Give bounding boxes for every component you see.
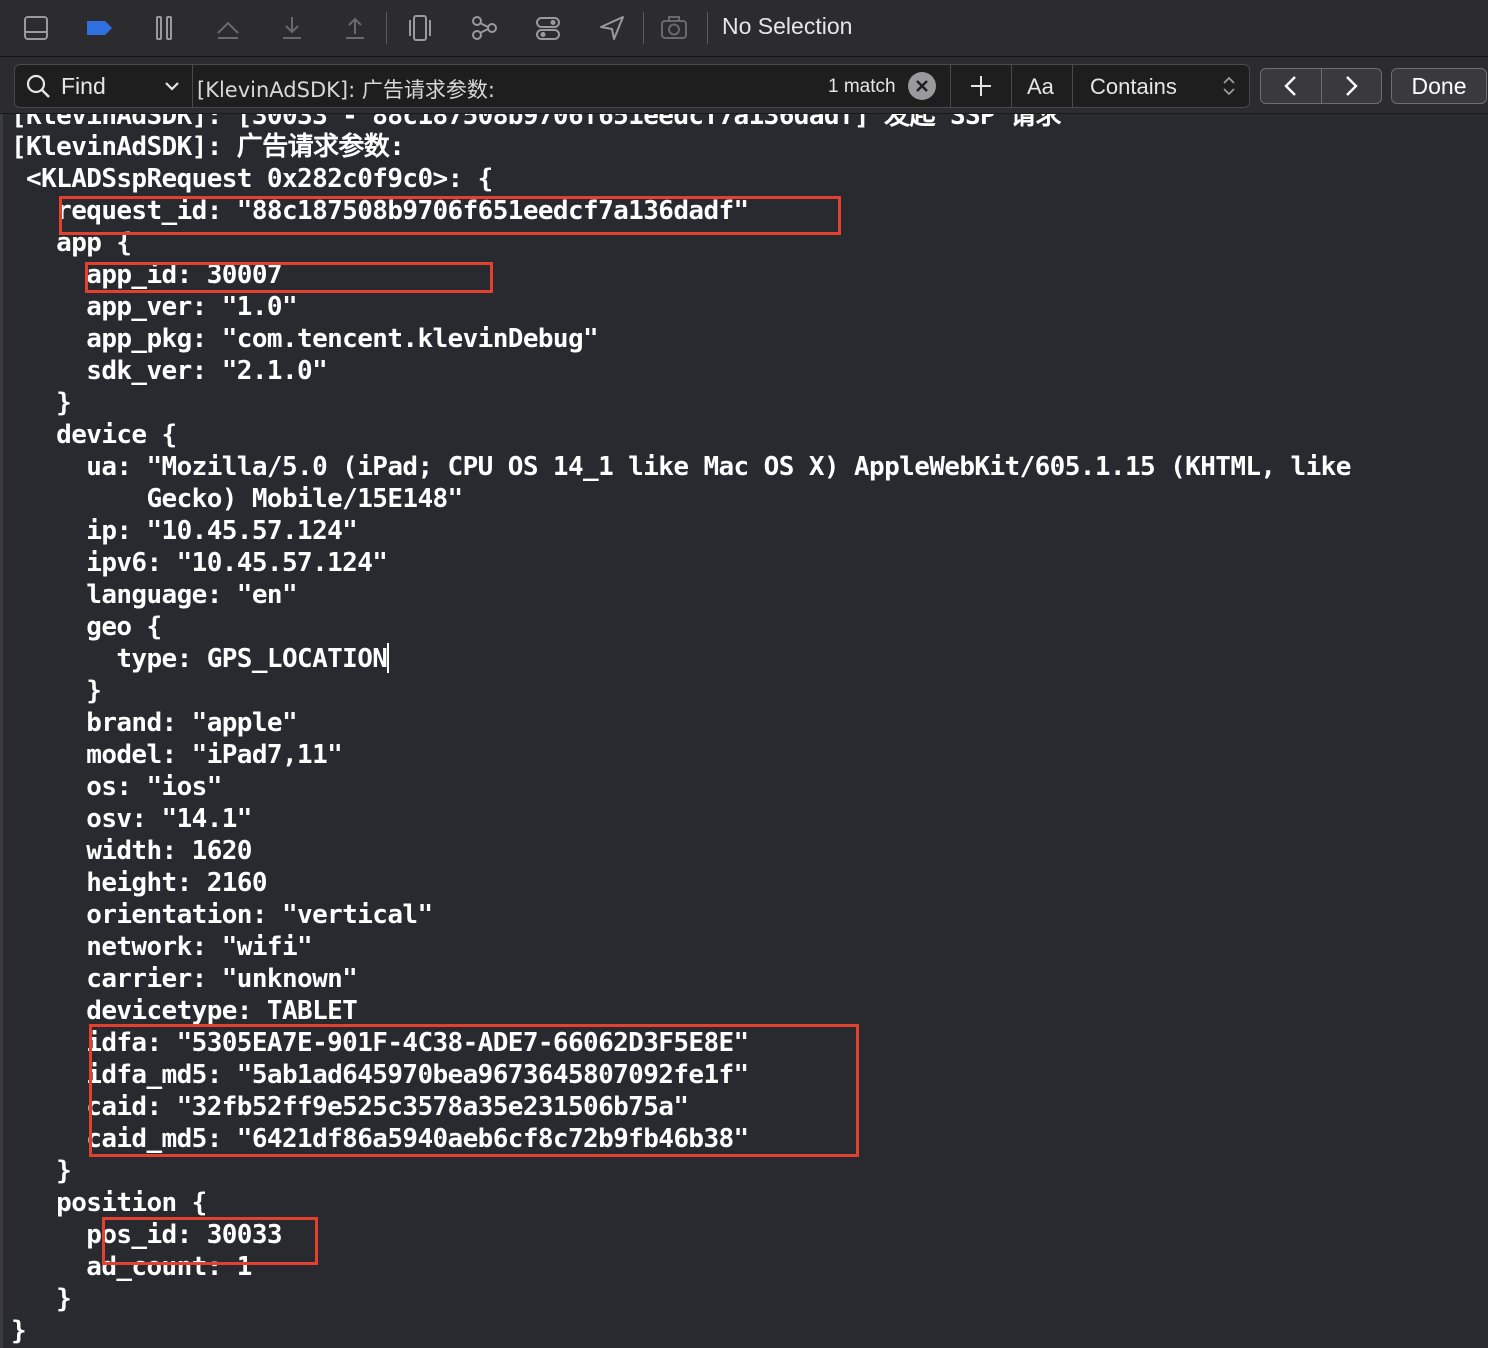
log-line: Gecko) Mobile/15E148" <box>11 484 463 514</box>
log-line: caid: "32fb52ff9e525c3578a35e231506b75a" <box>11 1092 689 1122</box>
step-into-icon[interactable] <box>273 10 311 46</box>
log-line: ip: "10.45.57.124" <box>11 516 358 546</box>
toolbar-divider <box>707 12 708 44</box>
add-pattern-button[interactable] <box>963 65 999 107</box>
log-line: network: "wifi" <box>11 932 313 962</box>
memory-graph-icon[interactable] <box>465 10 503 46</box>
environment-icon[interactable] <box>529 10 567 46</box>
match-case-toggle[interactable]: Aa <box>1027 74 1054 100</box>
log-line: app_pkg: "com.tencent.klevinDebug" <box>11 324 599 354</box>
next-match-button[interactable] <box>1321 69 1381 103</box>
find-field: Find [KlevinAdSDK]: 广告请求参数: 1 match Aa C… <box>14 64 1250 108</box>
close-icon <box>916 80 928 92</box>
chevron-left-icon <box>1284 76 1296 96</box>
log-line: height: 2160 <box>11 868 267 898</box>
log-line: app_id: 30007 <box>11 260 282 290</box>
match-count: 1 match <box>828 76 896 97</box>
log-line: } <box>11 676 102 706</box>
previous-match-button[interactable] <box>1261 69 1321 103</box>
log-line-text: type: GPS_LOCATION <box>11 644 388 674</box>
log-line: width: 1620 <box>11 836 252 866</box>
log-line: carrier: "unknown" <box>11 964 358 994</box>
log-line: orientation: "vertical" <box>11 900 433 930</box>
log-line: language: "en" <box>11 580 298 610</box>
log-line: } <box>11 1316 27 1346</box>
find-divider <box>950 65 951 107</box>
plus-icon <box>971 76 991 96</box>
find-mode-menu[interactable]: Find <box>25 65 191 107</box>
pause-icon[interactable] <box>145 10 183 46</box>
text-cursor <box>387 643 390 673</box>
camera-icon[interactable] <box>655 10 693 46</box>
log-line: osv: "14.1" <box>11 804 252 834</box>
log-line: } <box>11 1284 72 1314</box>
console-output[interactable]: [KlevinAdSDK]: [30033 - 88c187508b9706f6… <box>0 114 1488 1348</box>
location-icon[interactable] <box>593 10 631 46</box>
view-hierarchy-icon[interactable] <box>401 10 439 46</box>
log-line: app_ver: "1.0" <box>11 292 298 322</box>
log-line: idfa: "5305EA7E-901F-4C38-ADE7-66062D3F5… <box>11 1028 749 1058</box>
log-line: [KlevinAdSDK]: 广告请求参数: <box>11 132 405 162</box>
find-mode-label: Find <box>61 72 106 99</box>
hide-panel-icon[interactable] <box>17 10 55 46</box>
log-line: model: "iPad7,11" <box>11 740 343 770</box>
log-line: geo { <box>11 612 162 642</box>
log-line: device { <box>11 420 177 450</box>
chevron-down-icon <box>161 73 183 105</box>
log-line: <KLADSspRequest 0x282c0f9c0>: { <box>11 164 493 194</box>
done-button[interactable]: Done <box>1391 68 1487 104</box>
toolbar-divider <box>643 12 644 44</box>
find-bar: Find [KlevinAdSDK]: 广告请求参数: 1 match Aa C… <box>0 57 1488 114</box>
debug-toolbar: No Selection <box>0 0 1488 57</box>
step-over-icon[interactable] <box>209 10 247 46</box>
breakpoint-icon[interactable] <box>80 10 118 46</box>
log-line: ipv6: "10.45.57.124" <box>11 548 388 578</box>
chevron-right-icon <box>1346 76 1358 96</box>
log-line: [KlevinAdSDK]: [30033 - 88c187508b9706f6… <box>11 114 1061 131</box>
find-divider <box>1072 65 1073 107</box>
log-line: } <box>11 1156 72 1186</box>
log-line: idfa_md5: "5ab1ad645970bea9673645807092f… <box>11 1060 749 1090</box>
log-line: devicetype: TABLET <box>11 996 358 1026</box>
log-line: os: "ios" <box>11 772 222 802</box>
selection-status: No Selection <box>722 13 853 39</box>
step-out-icon[interactable] <box>336 10 374 46</box>
match-type-select[interactable]: Contains <box>1090 74 1177 100</box>
toolbar-divider <box>386 12 387 44</box>
find-divider <box>1011 65 1012 107</box>
clear-search-button[interactable] <box>908 72 936 100</box>
log-line: type: GPS_LOCATION <box>11 643 390 675</box>
log-line: } <box>11 388 72 418</box>
log-line: ad_count: 1 <box>11 1252 252 1282</box>
log-line: pos_id: 30033 <box>11 1220 282 1250</box>
match-navigation <box>1260 68 1382 104</box>
search-input[interactable]: [KlevinAdSDK]: 广告请求参数: <box>197 74 495 104</box>
log-line: sdk_ver: "2.1.0" <box>11 356 328 386</box>
log-line: app { <box>11 228 132 258</box>
up-down-chevron-icon <box>1221 73 1237 104</box>
log-line: request_id: "88c187508b9706f651eedcf7a13… <box>11 196 749 226</box>
search-icon <box>25 73 51 99</box>
log-line: caid_md5: "6421df86a5940aeb6cf8c72b9fb46… <box>11 1124 749 1154</box>
log-line: position { <box>11 1188 207 1218</box>
log-line: ua: "Mozilla/5.0 (iPad; CPU OS 14_1 like… <box>11 452 1351 482</box>
find-divider <box>192 65 193 107</box>
log-line: brand: "apple" <box>11 708 298 738</box>
